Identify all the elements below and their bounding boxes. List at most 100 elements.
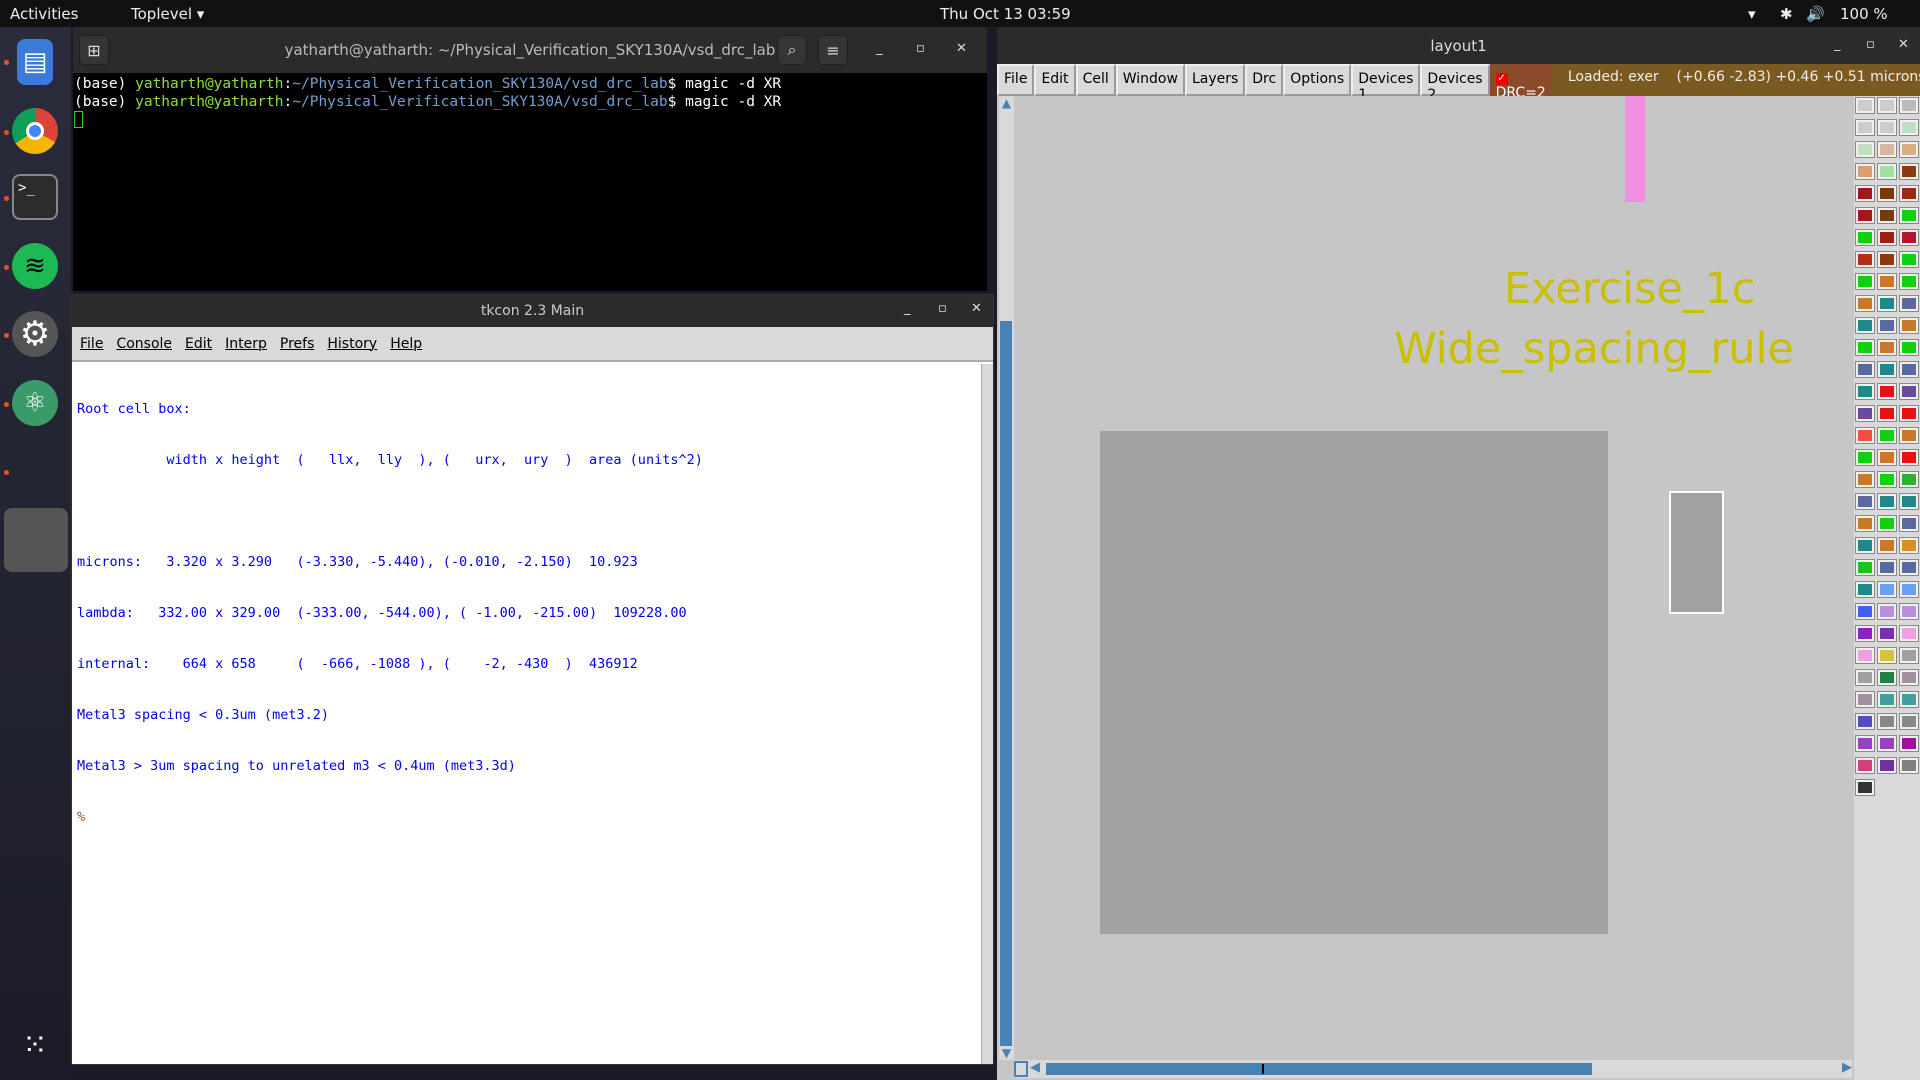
menu-prefs[interactable]: Prefs [280, 336, 314, 352]
layer-swatch[interactable] [1855, 207, 1875, 224]
layer-swatch[interactable] [1899, 141, 1919, 158]
layer-swatch[interactable] [1855, 515, 1875, 532]
menu-devices-1[interactable]: Devices 1 [1351, 64, 1421, 103]
layer-swatch[interactable] [1855, 141, 1875, 158]
scroll-thumb[interactable] [1046, 1063, 1592, 1075]
layer-swatch[interactable] [1899, 295, 1919, 312]
minimize-icon[interactable]: _ [904, 301, 911, 316]
zoom-box-icon[interactable] [1014, 1061, 1028, 1077]
clock[interactable]: Thu Oct 13 03:59 [940, 5, 1071, 23]
horizontal-scrollbar[interactable]: ◀ ▶ [1014, 1060, 1852, 1078]
layer-swatch[interactable] [1899, 97, 1919, 114]
minimize-icon[interactable]: _ [876, 41, 883, 56]
chrome-icon[interactable] [12, 108, 58, 154]
menu-drc[interactable]: Drc [1245, 64, 1284, 96]
layer-swatch[interactable] [1899, 757, 1919, 774]
layer-swatch[interactable] [1877, 581, 1897, 598]
layer-swatch[interactable] [1855, 757, 1875, 774]
layer-swatch[interactable] [1855, 185, 1875, 202]
menu-interp[interactable]: Interp [225, 336, 267, 352]
layer-swatch[interactable] [1899, 317, 1919, 334]
menu-edit[interactable]: Edit [1034, 64, 1076, 96]
menu-window[interactable]: Window [1115, 64, 1185, 96]
layer-swatch[interactable] [1877, 339, 1897, 356]
spotify-icon[interactable]: ≋ [12, 243, 58, 289]
layer-swatch[interactable] [1899, 427, 1919, 444]
layer-swatch[interactable] [1899, 361, 1919, 378]
layout-canvas[interactable]: Exercise_1c Wide_spacing_rule [1014, 96, 1852, 1060]
layer-swatch[interactable] [1899, 625, 1919, 642]
metal3-large-shape[interactable] [1100, 431, 1608, 934]
layer-swatch[interactable] [1899, 559, 1919, 576]
layer-swatch[interactable] [1855, 273, 1875, 290]
maximize-icon[interactable]: ▫ [1866, 37, 1875, 52]
layer-swatch[interactable] [1877, 251, 1897, 268]
layer-swatch[interactable] [1855, 119, 1875, 136]
layer-swatch[interactable] [1899, 449, 1919, 466]
layout-titlebar[interactable]: layout1 _ ▫ ✕ [997, 27, 1920, 64]
layer-swatch[interactable] [1877, 515, 1897, 532]
hamburger-menu-icon[interactable]: ≡ [818, 35, 848, 65]
menu-layers[interactable]: Layers [1184, 64, 1246, 96]
layer-swatch[interactable] [1899, 229, 1919, 246]
menu-devices-2[interactable]: Devices 2 [1420, 64, 1490, 103]
menu-edit[interactable]: Edit [185, 336, 212, 352]
layer-swatch[interactable] [1877, 603, 1897, 620]
layer-swatch[interactable] [1877, 295, 1897, 312]
layer-swatch[interactable] [1855, 625, 1875, 642]
layer-swatch[interactable] [1899, 669, 1919, 686]
layer-swatch[interactable] [1899, 603, 1919, 620]
layer-swatch[interactable] [1899, 647, 1919, 664]
layer-swatch[interactable] [1877, 537, 1897, 554]
layer-swatch[interactable] [1899, 339, 1919, 356]
new-tab-icon[interactable]: ⊞ [79, 35, 109, 65]
layer-swatch[interactable] [1855, 537, 1875, 554]
layer-swatch[interactable] [1877, 735, 1897, 752]
layer-swatch[interactable] [1877, 493, 1897, 510]
layer-swatch[interactable] [1899, 185, 1919, 202]
close-icon[interactable]: ✕ [956, 41, 967, 56]
layer-swatch[interactable] [1877, 471, 1897, 488]
tkcon-console[interactable]: Root cell box: width x height ( llx, lly… [75, 364, 981, 1064]
layer-swatch[interactable] [1899, 735, 1919, 752]
wifi-icon[interactable]: ▾ [1748, 5, 1756, 23]
battery-status[interactable]: 100 % [1840, 5, 1888, 23]
layer-swatch[interactable] [1855, 317, 1875, 334]
layer-swatch[interactable] [1855, 581, 1875, 598]
layer-swatch[interactable] [1877, 691, 1897, 708]
layer-swatch[interactable] [1855, 735, 1875, 752]
layer-swatch[interactable] [1855, 361, 1875, 378]
layer-swatch[interactable] [1899, 471, 1919, 488]
vertical-scrollbar[interactable]: ▲ ▼ [999, 96, 1014, 1060]
scroll-right-icon[interactable]: ▶ [1842, 1060, 1852, 1075]
layer-swatch[interactable] [1855, 559, 1875, 576]
files-icon[interactable]: ▤ [17, 39, 53, 85]
layer-swatch[interactable] [1855, 295, 1875, 312]
close-icon[interactable]: ✕ [1898, 37, 1909, 52]
layer-swatch[interactable] [1877, 405, 1897, 422]
layer-swatch[interactable] [1899, 273, 1919, 290]
layer-swatch[interactable] [1899, 515, 1919, 532]
maximize-icon[interactable]: ▫ [938, 301, 947, 316]
activities-button[interactable]: Activities [10, 5, 78, 23]
metal3-small-shape[interactable] [1669, 491, 1724, 614]
layer-swatch[interactable] [1855, 449, 1875, 466]
terminal-window[interactable]: ⊞ yatharth@yatharth: ~/Physical_Verifica… [73, 27, 987, 291]
menu-options[interactable]: Options [1283, 64, 1352, 96]
layer-swatch[interactable] [1899, 581, 1919, 598]
tkcon-window[interactable]: tkcon 2.3 Main _ ▫ ✕ File Console Edit I… [71, 294, 994, 1065]
layer-swatch[interactable] [1877, 273, 1897, 290]
layer-swatch[interactable] [1855, 97, 1875, 114]
menu-help[interactable]: Help [390, 336, 422, 352]
layer-swatch[interactable] [1877, 185, 1897, 202]
layer-swatch[interactable] [1877, 119, 1897, 136]
maximize-icon[interactable]: ▫ [916, 41, 925, 56]
layer-swatch[interactable] [1855, 251, 1875, 268]
layer-swatch[interactable] [1877, 141, 1897, 158]
menu-console[interactable]: Console [116, 336, 172, 352]
layer-palette[interactable] [1854, 96, 1920, 1080]
layer-swatch[interactable] [1877, 647, 1897, 664]
settings-icon[interactable]: ⚙ [12, 311, 58, 357]
active-app-icon[interactable] [4, 508, 68, 572]
layer-swatch[interactable] [1855, 691, 1875, 708]
